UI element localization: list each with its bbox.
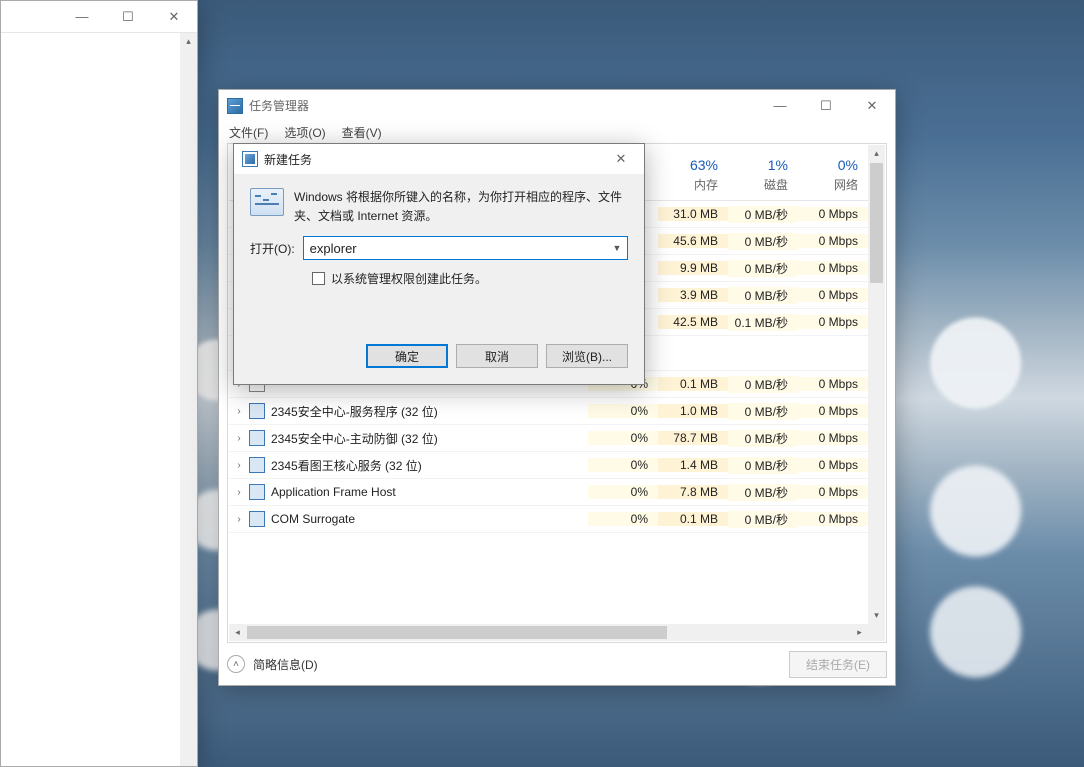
- menu-options[interactable]: 选项(O): [278, 122, 331, 143]
- run-icon: [242, 151, 258, 167]
- new-task-dialog: 新建任务 ✕ Windows 将根据你所键入的名称，为你打开相应的程序、文件夹、…: [233, 143, 645, 385]
- menu-view[interactable]: 查看(V): [336, 122, 388, 143]
- open-label: 打开(O):: [250, 240, 295, 257]
- dialog-title: 新建任务: [264, 151, 312, 168]
- scrollbar-vertical[interactable]: ▴: [180, 33, 197, 766]
- chevron-up-icon[interactable]: ˄: [227, 655, 245, 673]
- expand-icon[interactable]: ›: [229, 460, 249, 471]
- run-dialog-icon: [250, 188, 284, 216]
- column-memory[interactable]: 63% 内存: [658, 145, 728, 200]
- process-name: 2345看图王核心服务 (32 位): [271, 457, 588, 474]
- browse-button[interactable]: 浏览(B)...: [546, 344, 628, 368]
- expand-icon[interactable]: ›: [229, 406, 249, 417]
- column-disk[interactable]: 1% 磁盘: [728, 145, 798, 200]
- open-input[interactable]: [303, 236, 628, 260]
- scroll-left-icon[interactable]: ◂: [229, 624, 246, 641]
- close-button[interactable]: ✕: [151, 1, 197, 32]
- window-title: 任务管理器: [249, 97, 309, 114]
- scroll-up-icon[interactable]: ▴: [868, 145, 885, 162]
- admin-checkbox-label[interactable]: 以系统管理权限创建此任务。: [331, 270, 487, 287]
- menubar: 文件(F) 选项(O) 查看(V): [219, 121, 895, 143]
- end-task-button: 结束任务(E): [789, 651, 887, 678]
- admin-checkbox[interactable]: [312, 272, 325, 285]
- expand-icon[interactable]: ›: [229, 433, 249, 444]
- expand-icon[interactable]: ›: [229, 514, 249, 525]
- table-row[interactable]: › 2345安全中心-主动防御 (32 位) 0% 78.7 MB 0 MB/秒…: [229, 425, 868, 452]
- process-icon: [249, 484, 265, 500]
- scroll-up-icon[interactable]: ▴: [180, 33, 197, 50]
- table-row[interactable]: › Application Frame Host 0% 7.8 MB 0 MB/…: [229, 479, 868, 506]
- close-button[interactable]: ✕: [598, 144, 644, 175]
- table-row[interactable]: › 2345安全中心-服务程序 (32 位) 0% 1.0 MB 0 MB/秒 …: [229, 398, 868, 425]
- process-name: 2345安全中心-主动防御 (32 位): [271, 430, 588, 447]
- scrollbar-horizontal[interactable]: ◂ ▸: [229, 624, 868, 641]
- fewer-details-link[interactable]: 简略信息(D): [253, 656, 318, 673]
- process-name: COM Surrogate: [271, 512, 588, 526]
- ok-button[interactable]: 确定: [366, 344, 448, 368]
- background-window: — ☐ ✕ ▴: [0, 0, 198, 767]
- process-icon: [249, 403, 265, 419]
- table-row[interactable]: › COM Surrogate 0% 0.1 MB 0 MB/秒 0 Mbps: [229, 506, 868, 533]
- chevron-down-icon[interactable]: ▼: [607, 237, 627, 259]
- menu-file[interactable]: 文件(F): [223, 122, 274, 143]
- process-name: 2345安全中心-服务程序 (32 位): [271, 403, 588, 420]
- column-network[interactable]: 0% 网络: [798, 145, 868, 200]
- process-icon: [249, 457, 265, 473]
- table-row[interactable]: › 2345看图王核心服务 (32 位) 0% 1.4 MB 0 MB/秒 0 …: [229, 452, 868, 479]
- expand-icon[interactable]: ›: [229, 487, 249, 498]
- cancel-button[interactable]: 取消: [456, 344, 538, 368]
- process-name: Application Frame Host: [271, 485, 588, 499]
- maximize-button[interactable]: ☐: [105, 1, 151, 32]
- scrollbar-vertical[interactable]: ▴ ▾: [868, 145, 885, 624]
- task-manager-icon: [227, 98, 243, 114]
- scroll-right-icon[interactable]: ▸: [851, 624, 868, 641]
- process-icon: [249, 511, 265, 527]
- scroll-thumb[interactable]: [247, 626, 667, 639]
- minimize-button[interactable]: —: [757, 90, 803, 121]
- minimize-button[interactable]: —: [59, 1, 105, 32]
- maximize-button[interactable]: ☐: [803, 90, 849, 121]
- dialog-message: Windows 将根据你所键入的名称，为你打开相应的程序、文件夹、文档或 Int…: [294, 188, 628, 226]
- scroll-thumb[interactable]: [870, 163, 883, 283]
- scroll-down-icon[interactable]: ▾: [868, 607, 885, 624]
- process-icon: [249, 430, 265, 446]
- close-button[interactable]: ✕: [849, 90, 895, 121]
